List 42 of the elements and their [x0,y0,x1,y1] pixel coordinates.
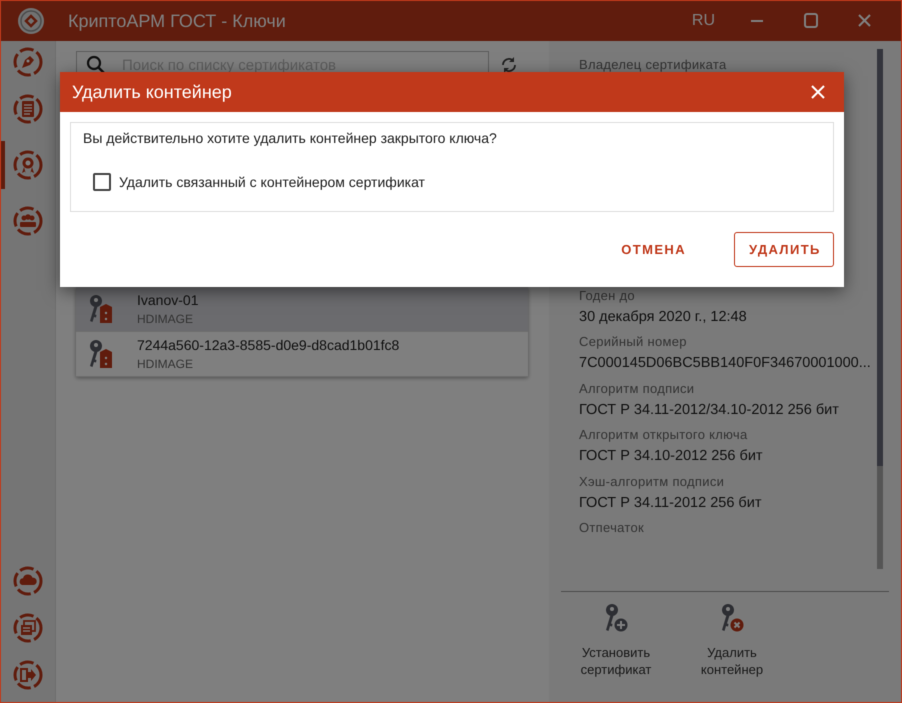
cloud-icon [13,566,43,596]
field-label: Годен до [579,288,636,303]
cancel-button[interactable]: ОТМЕНА [607,232,700,267]
key-list-item[interactable]: 7244a560-12a3-8585-d0e9-d8cad1b01fc8 HDIMAGE [76,332,528,377]
dialog-title: Удалить контейнер [72,82,232,102]
key-list-item[interactable]: Ivanov-01 HDIMAGE [76,287,528,332]
field-value: 30 декабря 2020 г., 12:48 [579,308,748,325]
app-logo-icon [16,6,46,36]
minimize-icon [751,20,763,22]
field-label: Владелец сертификата [579,57,728,72]
field-value: 7C000145D06BC5BB140F0F34670001000... [579,355,872,372]
pen-icon [13,47,43,77]
award-icon [13,150,43,180]
field-value: ГОСТ Р 34.11-2012 256 бит [579,494,762,511]
scrollbar-thumb[interactable] [877,49,883,466]
field-label: Алгоритм подписи [579,380,696,396]
storage-name: HDIMAGE [137,357,194,371]
field-value: ГОСТ Р 34.11-2012/34.10-2012 256 бит [579,402,840,418]
scrollbar[interactable] [877,49,883,569]
refresh-icon[interactable] [499,55,519,75]
search-icon [86,55,106,75]
field-label: Отпечаток [579,520,646,536]
documents-icon [13,613,43,643]
language-selector[interactable]: RU [692,12,715,30]
maximize-icon [801,11,821,31]
delete-container-button[interactable]: Удалить контейнер [687,602,777,702]
key-name: Ivanov-01 [137,292,198,308]
dialog-message: Вы действительно хотите удалить контейнер закрытого ключа? [83,130,498,146]
window-title: КриптоАРМ ГОСТ - Ключи [68,10,287,32]
field-label: Серийный номер [579,334,688,350]
storage-name: HDIMAGE [137,312,194,326]
document-icon [13,94,43,124]
install-certificate-button[interactable]: Установить сертификат [571,602,661,702]
field-label: Алгоритм открытого ключа [579,427,749,442]
checkbox-label: Удалить связанный с контейнером сертификат [119,174,425,190]
field-label: Хэш-алгоритм подписи [579,474,726,489]
key-name: 7244a560-12a3-8585-d0e9-d8cad1b01fc8 [137,337,400,353]
field-value: ГОСТ Р 34.10-2012 256 бит [579,448,764,464]
users-icon [13,206,43,236]
checkbox[interactable] [93,173,111,191]
delete-button[interactable]: УДАЛИТЬ [734,232,834,267]
logout-icon [13,660,43,690]
